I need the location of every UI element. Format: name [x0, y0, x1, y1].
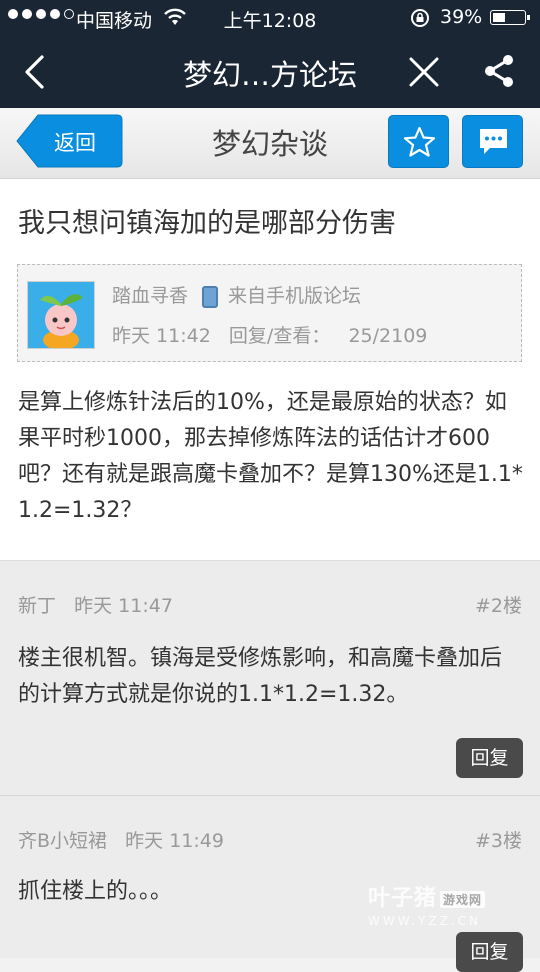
post-author-info: 踏血寻香 来自手机版论坛 昨天 11:42 回复/查看： 25/2109 [17, 264, 522, 362]
share-icon[interactable] [480, 52, 518, 90]
site-watermark: 叶子猪 游戏网 WWW.YZZ.CN [368, 880, 508, 930]
reply-text: 楼主很机智。镇海是受修炼影响，和高魔卡叠加后的计算方式就是你说的1.1*1.2=… [18, 646, 503, 707]
reply-item: 齐B小短裙 昨天 11:49 #3楼 抓住楼上的。。。 回复 [0, 796, 540, 972]
star-icon [403, 126, 436, 157]
reply-time: 昨天 11:49 [125, 830, 224, 852]
post-title: 我只想问镇海加的是哪部分伤害 [18, 208, 396, 239]
nav-title: 梦幻…方论坛 [182, 58, 357, 92]
watermark-brand: 叶子猪 [368, 886, 438, 911]
main-post: 我只想问镇海加的是哪部分伤害 踏血寻香 来自手机版论坛 昨天 11:42 回复/查… [0, 179, 540, 561]
rotation-lock-icon [411, 9, 429, 27]
watermark-url: WWW.YZZ.CN [368, 914, 481, 928]
post-source: 来自手机版论坛 [228, 285, 362, 307]
author-line: 踏血寻香 来自手机版论坛 [112, 281, 361, 308]
stats-label: 回复/查看： [228, 325, 331, 347]
battery-percent: 39% [440, 6, 483, 28]
post-time: 昨天 11:42 [112, 325, 211, 347]
post-author[interactable]: 踏血寻香 [112, 285, 188, 307]
forum-header: 返回 梦幻杂谈 [0, 108, 540, 179]
watermark-tag: 游戏网 [440, 890, 486, 908]
post-stats: 25/2109 [348, 325, 428, 347]
reply-author[interactable]: 新丁 [18, 595, 56, 617]
mobile-phone-icon [202, 285, 219, 308]
reply-button[interactable]: 回复 [456, 932, 523, 972]
comment-icon [480, 129, 507, 154]
avatar[interactable] [27, 281, 95, 349]
nav-bar: 梦幻…方论坛 [0, 36, 540, 108]
reply-meta: 齐B小短裙 昨天 11:49 [18, 826, 224, 853]
reply-meta: 新丁 昨天 11:47 [18, 591, 173, 618]
reply-floor: #2楼 [474, 595, 522, 617]
forum-title: 梦幻杂谈 [211, 127, 328, 161]
avatar-image [28, 282, 94, 348]
reply-item: 新丁 昨天 11:47 #2楼 楼主很机智。镇海是受修炼影响，和高魔卡叠加后的计… [0, 561, 540, 796]
reply-author[interactable]: 齐B小短裙 [18, 830, 107, 852]
reply-time: 昨天 11:47 [74, 595, 173, 617]
status-bar: 中国移动 上午12:08 39% [0, 0, 540, 36]
comment-button[interactable] [462, 115, 523, 168]
post-stats-line: 昨天 11:42 回复/查看： 25/2109 [112, 321, 427, 348]
reply-floor: #3楼 [474, 830, 522, 852]
reply-button[interactable]: 回复 [456, 738, 523, 778]
favorite-button[interactable] [388, 115, 449, 168]
close-icon[interactable] [408, 56, 440, 88]
battery-icon [490, 10, 530, 25]
post-body: 是算上修炼针法后的10%，还是最原始的状态？如果平时秒1000，那去掉修炼阵法的… [18, 390, 523, 523]
